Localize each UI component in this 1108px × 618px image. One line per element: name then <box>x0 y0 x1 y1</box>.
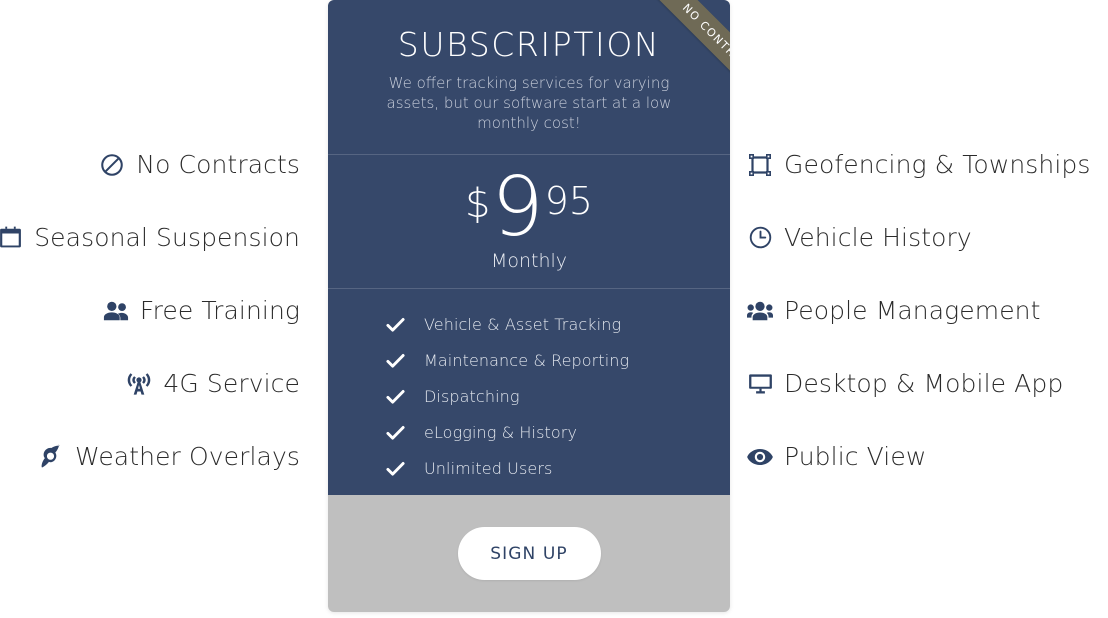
feature-4g-service: 4G Service <box>126 347 328 420</box>
eye-icon <box>747 444 773 470</box>
list-item: eLogging & History <box>386 415 730 451</box>
feature-public-view: Public View <box>730 420 926 493</box>
vector-square-icon <box>747 152 773 178</box>
card-subtitle: We offer tracking services for varying a… <box>386 73 672 133</box>
price-display: $ 9 95 <box>465 160 593 256</box>
feature-label: Maintenance & Reporting <box>424 351 630 371</box>
feature-label: Weather Overlays <box>74 442 300 471</box>
feature-label: Geofencing & Townships <box>784 150 1091 179</box>
feature-label: Vehicle & Asset Tracking <box>424 315 622 335</box>
included-features-list: Vehicle & Asset Tracking Maintenance & R… <box>328 289 730 497</box>
feature-label: No Contracts <box>136 150 300 179</box>
feature-label: Seasonal Suspension <box>34 223 300 252</box>
price-cents: 95 <box>544 179 593 224</box>
check-icon <box>386 315 405 334</box>
feature-label: 4G Service <box>163 369 300 398</box>
feature-label: People Management <box>784 296 1041 325</box>
desktop-icon <box>747 371 773 397</box>
feature-label: Dispatching <box>424 387 520 407</box>
feature-vehicle-history: Vehicle History <box>730 201 972 274</box>
sign-up-button[interactable]: SIGN UP <box>457 527 601 580</box>
card-title: SUBSCRIPTION <box>397 25 661 64</box>
feature-label: Desktop & Mobile App <box>784 369 1064 398</box>
check-icon <box>386 423 405 442</box>
feature-label: Free Training <box>139 296 300 325</box>
users-icon <box>747 298 773 324</box>
broadcast-tower-icon <box>126 371 152 397</box>
feature-label: Public View <box>784 442 927 471</box>
card-footer: SIGN UP <box>328 495 730 612</box>
hurricane-icon <box>38 444 64 470</box>
pricing-section: No Contracts Seasonal Suspension Free Tr… <box>0 0 1108 618</box>
list-item: Maintenance & Reporting <box>386 343 730 379</box>
left-feature-column: No Contracts Seasonal Suspension Free Tr… <box>0 0 328 618</box>
clock-icon <box>747 225 773 251</box>
ban-icon <box>99 152 125 178</box>
feature-people-management: People Management <box>730 274 1041 347</box>
check-icon <box>386 351 405 370</box>
feature-free-training: Free Training <box>103 274 328 347</box>
card-body: NO CONTRACT SUBSCRIPTION We offer tracki… <box>328 0 730 495</box>
feature-seasonal-suspension: Seasonal Suspension <box>0 201 328 274</box>
feature-desktop-mobile-app: Desktop & Mobile App <box>730 347 1063 420</box>
user-friends-icon <box>103 298 129 324</box>
card-header: SUBSCRIPTION We offer tracking services … <box>328 0 730 154</box>
price-section: $ 9 95 Monthly <box>328 155 730 288</box>
price-period: Monthly <box>490 250 568 273</box>
list-item: Vehicle & Asset Tracking <box>386 307 730 343</box>
subscription-card: NO CONTRACT SUBSCRIPTION We offer tracki… <box>328 0 730 612</box>
calendar-x-icon <box>0 225 23 251</box>
check-icon <box>386 459 405 478</box>
feature-label: Vehicle History <box>784 223 972 252</box>
list-item: Dispatching <box>386 379 730 415</box>
right-feature-column: Geofencing & Townships Vehicle History P… <box>730 0 1108 618</box>
feature-label: eLogging & History <box>424 423 578 443</box>
list-item: Unlimited Users <box>386 451 730 487</box>
feature-no-contracts: No Contracts <box>99 128 328 201</box>
feature-weather-overlays: Weather Overlays <box>38 420 328 493</box>
price-currency: $ <box>465 181 491 228</box>
feature-geofencing: Geofencing & Townships <box>730 128 1091 201</box>
price-amount: 9 <box>491 160 544 256</box>
feature-label: Unlimited Users <box>424 459 553 479</box>
check-icon <box>386 387 405 406</box>
